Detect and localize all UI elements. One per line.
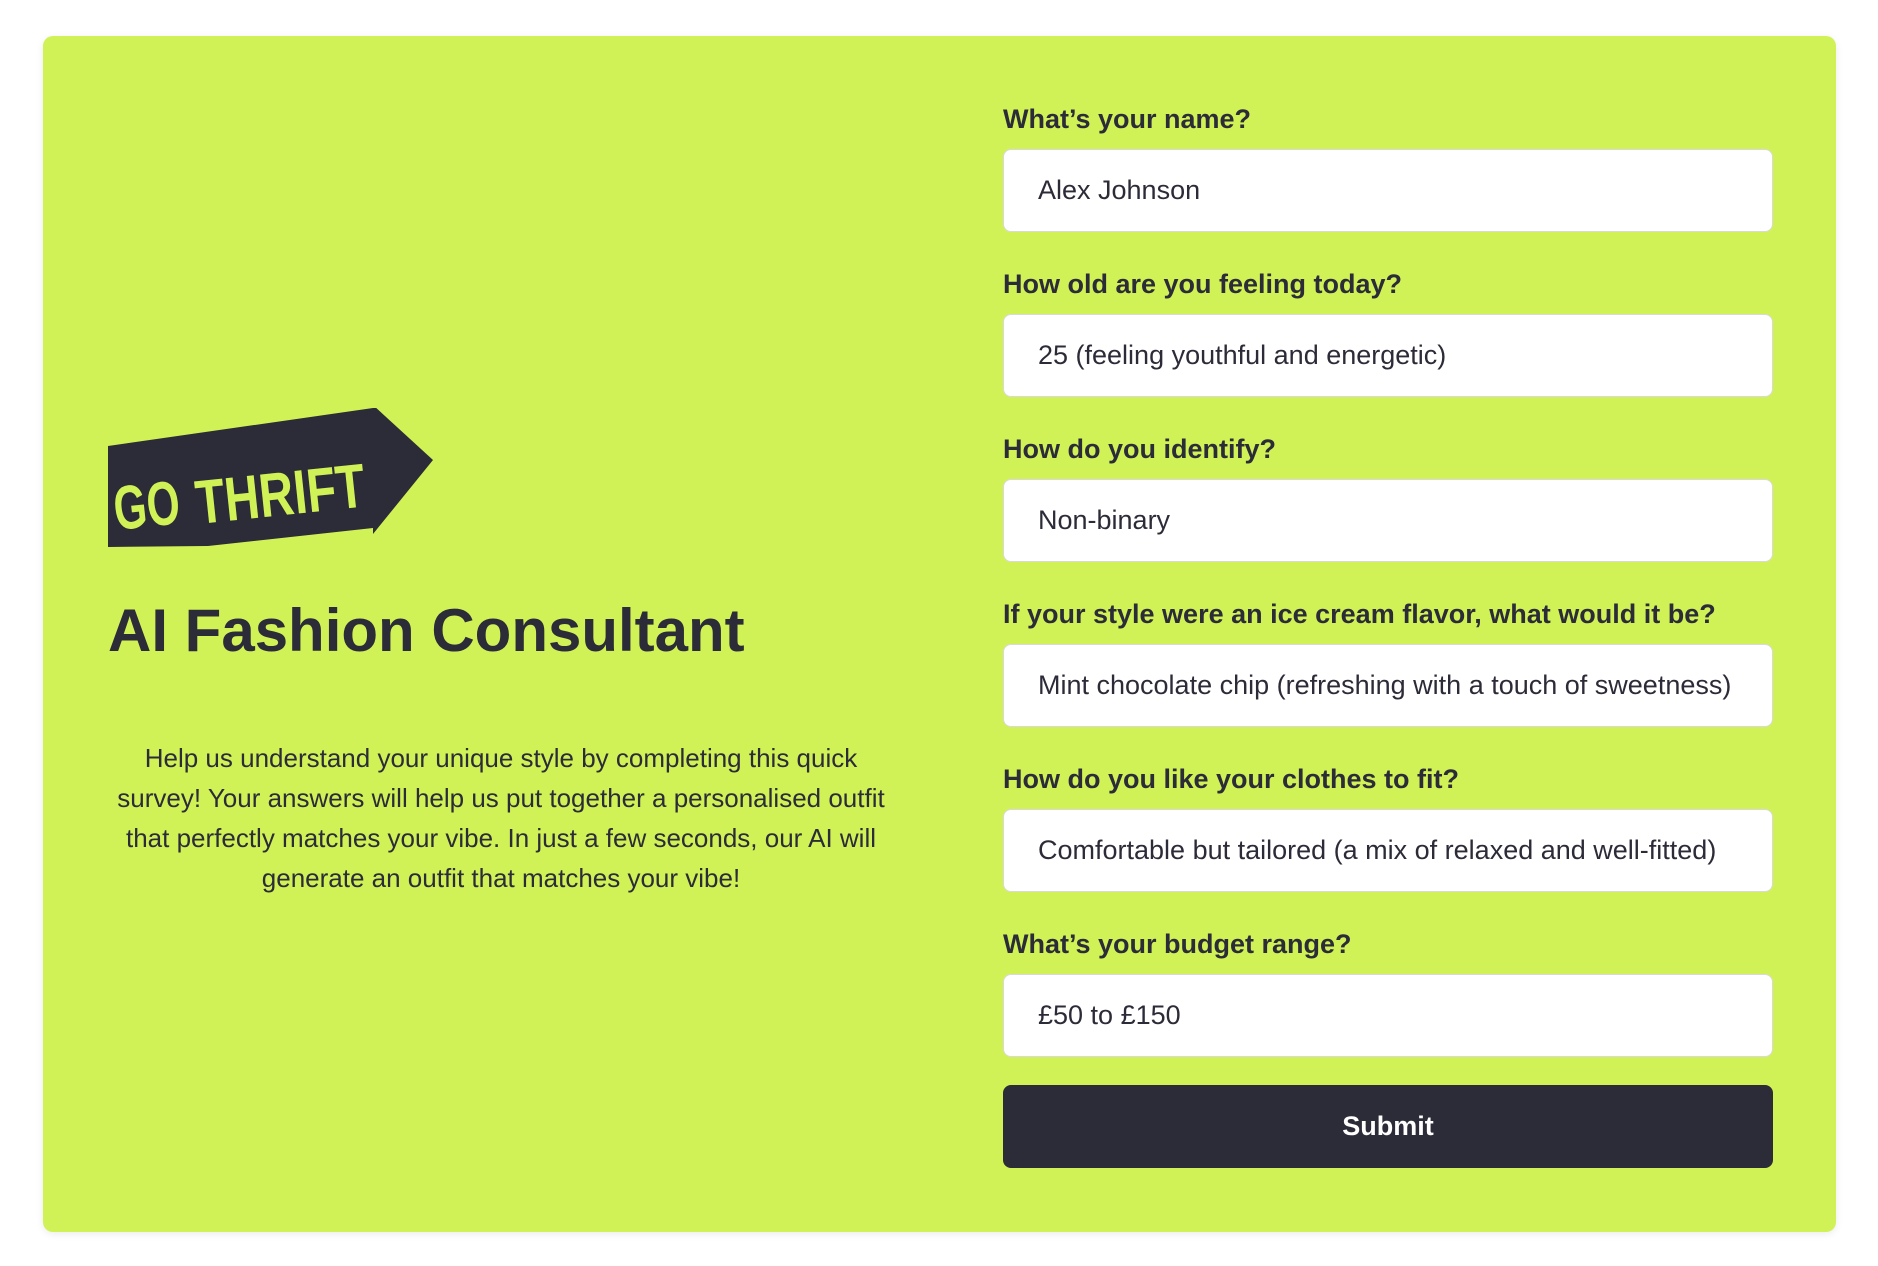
survey-card: GO THRIFT AI Fashion Consultant Help us … [43, 36, 1836, 1232]
budget-input[interactable] [1003, 974, 1773, 1057]
identity-label: How do you identify? [1003, 434, 1276, 464]
budget-label: What’s your budget range? [1003, 929, 1352, 959]
go-thrift-logo: GO THRIFT [108, 408, 433, 547]
name-label: What’s your name? [1003, 104, 1252, 134]
survey-form: What’s your name? How old are you feelin… [1003, 36, 1773, 1232]
page-title: AI Fashion Consultant [108, 597, 745, 664]
logo-text-go: GO [110, 468, 183, 544]
age-label: How old are you feeling today? [1003, 269, 1403, 299]
submit-button[interactable]: Submit [1003, 1085, 1773, 1168]
ice-cream-flavor-input[interactable] [1003, 644, 1773, 727]
clothes-fit-input[interactable] [1003, 809, 1773, 892]
clothes-fit-label: How do you like your clothes to fit? [1003, 764, 1460, 794]
name-input[interactable] [1003, 149, 1773, 232]
identity-input[interactable] [1003, 479, 1773, 562]
page-description: Help us understand your unique style by … [117, 743, 885, 893]
intro-panel: GO THRIFT AI Fashion Consultant Help us … [108, 36, 894, 1232]
ice-cream-flavor-label: If your style were an ice cream flavor, … [1003, 599, 1716, 629]
age-input[interactable] [1003, 314, 1773, 397]
